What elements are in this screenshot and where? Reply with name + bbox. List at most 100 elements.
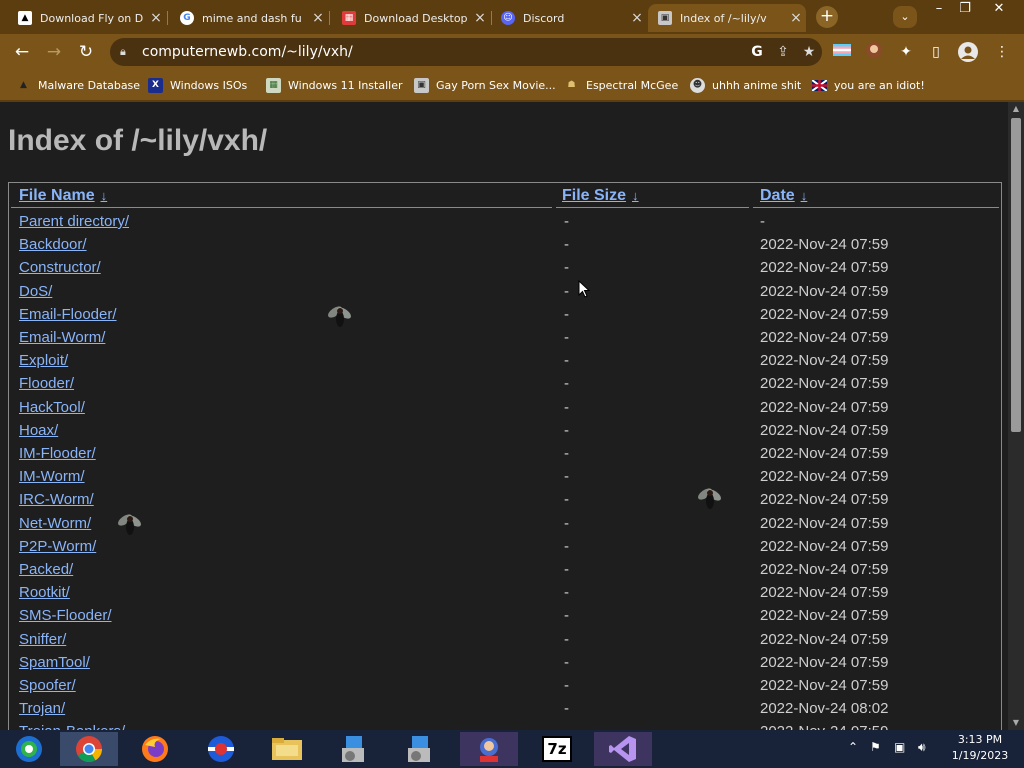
scroll-up-icon[interactable]: ▲ [1008, 102, 1024, 116]
url-text[interactable]: computernewb.com/~lily/vxh/ [142, 44, 744, 60]
bookmark-star-icon[interactable]: ★ [796, 44, 822, 60]
date-cell: 2022-Nov-24 07:59 [760, 561, 889, 578]
file-size-cell: - [564, 607, 569, 625]
anime-icon: ☻ [690, 77, 705, 93]
visual-studio-app[interactable] [594, 732, 652, 766]
bookmark-espectral-mcgee[interactable]: ☗ Espectral McGee [564, 76, 678, 94]
directory-link[interactable]: Rootkit/ [19, 584, 70, 601]
side-panel-icon[interactable]: ▯ [926, 42, 946, 62]
network-icon[interactable]: ▣ [894, 740, 905, 754]
close-window-button[interactable]: ✕ [984, 0, 1014, 18]
close-icon[interactable]: × [470, 10, 490, 26]
scroll-thumb[interactable] [1011, 118, 1021, 432]
lock-icon[interactable]: 🔒︎ [120, 45, 138, 59]
directory-link[interactable]: IRC-Worm/ [19, 491, 94, 508]
back-button[interactable]: ← [10, 40, 34, 64]
taskbar-clock[interactable]: 3:13 PM 1/19/2023 [940, 732, 1020, 764]
tray-overflow-icon[interactable]: ⌃ [848, 740, 858, 754]
directory-link[interactable]: Net-Worm/ [19, 515, 91, 532]
profile-avatar-icon[interactable] [958, 42, 978, 62]
tab-title: Download Fly on D [40, 11, 144, 25]
bookmark-malware-database[interactable]: ▲ Malware Database [16, 76, 140, 94]
table-row: Packed/ - 2022-Nov-24 07:59 [9, 559, 1001, 582]
bookmark-gay-porn-sex-movie[interactable]: ▣ Gay Porn Sex Movie... [414, 76, 556, 94]
close-icon[interactable]: × [308, 10, 328, 26]
directory-link[interactable]: Parent directory/ [19, 213, 129, 230]
bookmark-windows-isos[interactable]: X Windows ISOs [148, 76, 247, 94]
firefox-app[interactable] [126, 732, 184, 766]
directory-link[interactable]: Trojan-Bankers/ [19, 723, 125, 730]
directory-link[interactable]: SMS-Flooder/ [19, 607, 112, 624]
close-icon[interactable]: × [146, 10, 166, 26]
directory-link[interactable]: P2P-Worm/ [19, 538, 96, 555]
directory-link[interactable]: Trojan/ [19, 700, 65, 717]
scroll-down-icon[interactable]: ▼ [1008, 716, 1024, 730]
directory-link[interactable]: IM-Flooder/ [19, 445, 96, 462]
media-center-app[interactable] [0, 732, 58, 766]
column-header-date[interactable]: Date ↓ [760, 187, 807, 209]
avatar-app[interactable] [460, 732, 518, 766]
reload-button[interactable]: ↻ [74, 40, 98, 64]
directory-link[interactable]: Hoax/ [19, 422, 58, 439]
table-row: SpamTool/ - 2022-Nov-24 07:59 [9, 652, 1001, 675]
bookmark-windows-11-installer[interactable]: ▦ Windows 11 Installer [266, 76, 403, 94]
close-icon[interactable]: × [786, 10, 806, 26]
close-icon[interactable]: × [627, 10, 647, 26]
directory-link[interactable]: DoS/ [19, 283, 52, 300]
directory-link[interactable]: Backdoor/ [19, 236, 87, 253]
volume-icon[interactable]: 🔊︎ [918, 740, 926, 755]
tab-1[interactable]: G mime and dash fu × [170, 4, 328, 32]
directory-link[interactable]: Spoofer/ [19, 677, 76, 694]
file-size-cell: - [564, 398, 569, 416]
extension-flag-icon[interactable] [832, 42, 852, 62]
bookmark-uhhh-anime[interactable]: ☻ uhhh anime shit [690, 76, 801, 94]
directory-link[interactable]: Constructor/ [19, 259, 101, 276]
tab-0[interactable]: ▲ Download Fly on D × [8, 4, 166, 32]
page-content: Index of /~lily/vxh/ File Name ↓ File Siz… [0, 102, 1008, 730]
file-size-cell: - [564, 468, 569, 486]
extensions-puzzle-icon[interactable]: ✦ [896, 42, 916, 62]
table-row: Constructor/ - 2022-Nov-24 07:59 [9, 257, 1001, 280]
action-center-flag-icon[interactable]: ⚑ [870, 740, 881, 754]
directory-link[interactable]: Email-Worm/ [19, 329, 105, 346]
tab-2[interactable]: ▦ Download Desktop × [332, 4, 490, 32]
table-row: IRC-Worm/ - 2022-Nov-24 07:59 [9, 489, 1001, 512]
table-row: Rootkit/ - 2022-Nov-24 07:59 [9, 582, 1001, 605]
table-row: Hoax/ - 2022-Nov-24 07:59 [9, 420, 1001, 443]
directory-link[interactable]: IM-Worm/ [19, 468, 85, 485]
google-lens-icon[interactable]: G [744, 44, 770, 60]
column-header-file-size[interactable]: File Size ↓ [562, 187, 639, 209]
tab-3[interactable]: ☺ Discord × [491, 4, 647, 32]
forward-button[interactable]: → [42, 40, 66, 64]
restore-button[interactable]: ❐ [950, 0, 980, 18]
new-tab-button[interactable]: + [816, 6, 838, 28]
directory-link[interactable]: HackTool/ [19, 399, 85, 416]
bookmark-you-are-an-idiot[interactable]: you are an idiot! [812, 76, 925, 94]
share-icon[interactable]: ⇪ [770, 44, 796, 60]
chrome-app[interactable] [60, 732, 118, 766]
directory-link[interactable]: SpamTool/ [19, 654, 90, 671]
directory-link[interactable]: Flooder/ [19, 375, 74, 392]
menu-kebab-icon[interactable]: ⋮ [992, 42, 1012, 62]
tab-title: Index of /~lily/v [680, 11, 767, 25]
page-scrollbar[interactable]: ▲ ▼ [1008, 102, 1024, 730]
7zip-app[interactable]: 7z [528, 732, 586, 766]
opera-app[interactable] [192, 732, 250, 766]
directory-link[interactable]: Email-Flooder/ [19, 306, 117, 323]
installer-app-2[interactable] [390, 732, 448, 766]
column-header-file-name[interactable]: File Name ↓ [19, 187, 107, 209]
address-bar[interactable]: 🔒︎ computernewb.com/~lily/vxh/ G ⇪ ★ [110, 38, 822, 66]
sort-arrow-icon: ↓ [632, 188, 639, 203]
bookmarks-bar: ▲ Malware Database X Windows ISOs ▦ Wind… [0, 70, 1024, 102]
file-explorer-app[interactable] [258, 732, 316, 766]
installer-app[interactable] [324, 732, 382, 766]
tab-search-button[interactable]: ⌄ [893, 6, 917, 28]
directory-link[interactable]: Packed/ [19, 561, 73, 578]
image-icon: ▦ [266, 77, 281, 93]
directory-link[interactable]: Sniffer/ [19, 631, 66, 648]
extension-avatar-icon[interactable] [864, 42, 884, 62]
tab-4-active[interactable]: ▣ Index of /~lily/v × [648, 4, 806, 32]
ghost-icon: ☗ [567, 80, 576, 90]
directory-link[interactable]: Exploit/ [19, 352, 68, 369]
table-row: Sniffer/ - 2022-Nov-24 07:59 [9, 629, 1001, 652]
